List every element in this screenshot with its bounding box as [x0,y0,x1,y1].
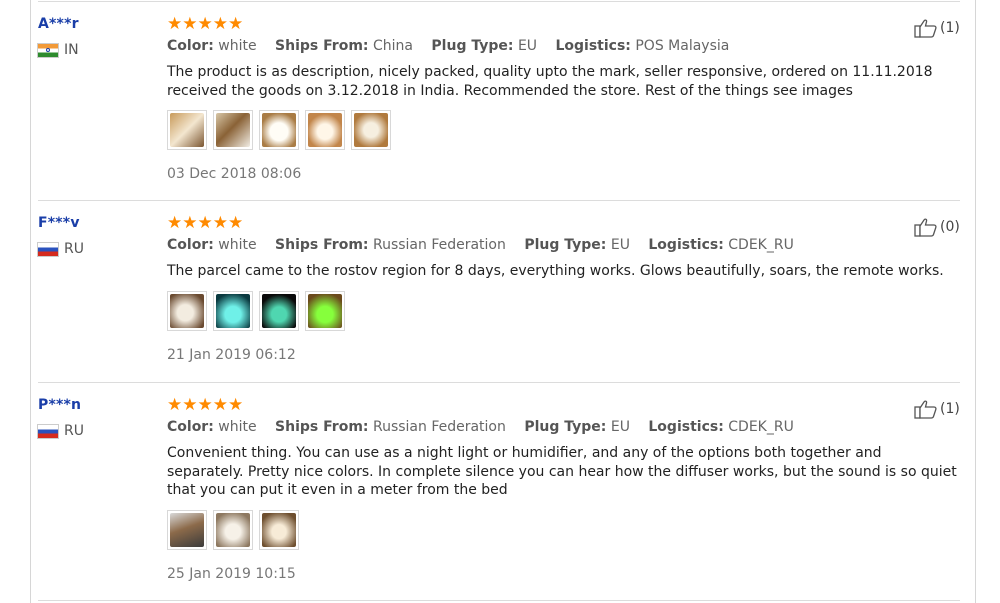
reviewer-country: RU [38,423,84,439]
color-value: white [218,237,257,253]
logistics-label: Logistics: [648,237,724,253]
color-value: white [218,38,257,54]
reviewer-name[interactable]: P***n [38,397,81,413]
thumbs-up-icon [914,19,937,38]
divider [38,600,960,601]
star-icon: ★ [197,14,213,34]
star-icon: ★ [212,213,228,233]
review-date: 21 Jan 2019 06:12 [167,347,296,363]
ships-from-label: Ships From: [275,38,369,54]
logistics-value: POS Malaysia [635,38,730,54]
review-text: The product is as description, nicely pa… [167,64,933,99]
country-code: IN [64,42,79,58]
plug-type-value: EU [517,38,538,54]
helpful-count: (1) [940,20,960,36]
review-photos [167,291,345,331]
review-photo[interactable] [167,291,207,331]
star-icon: ★ [167,395,183,415]
color-label: Color: [167,38,214,54]
color-value: white [218,419,257,435]
reviewer-country: IN [38,42,79,58]
review-photo[interactable] [305,110,345,150]
reviewer-name[interactable]: F***v [38,215,80,231]
review-photo[interactable] [305,291,345,331]
star-icon: ★ [228,213,244,233]
ships-from-value: China [372,38,413,54]
plug-type-label: Plug Type: [524,237,607,253]
order-attributes: Color: white Ships From: Russian Federat… [167,237,808,253]
color-label: Color: [167,237,214,253]
review-photo[interactable] [213,110,253,150]
ships-from-value: Russian Federation [372,237,506,253]
review-photos [167,110,391,150]
star-icon: ★ [197,395,213,415]
thumbs-up-icon [914,218,937,237]
reviewer-country: RU [38,241,84,257]
ships-from-label: Ships From: [275,419,369,435]
logistics-label: Logistics: [648,419,724,435]
review-photo[interactable] [259,510,299,550]
russia-flag-icon [38,242,58,256]
star-icon: ★ [212,14,228,34]
review-date: 03 Dec 2018 08:06 [167,166,302,182]
review-photo[interactable] [167,110,207,150]
plug-type-label: Plug Type: [431,38,514,54]
plug-type-value: EU [610,237,630,253]
helpful-button[interactable]: (1) [914,18,960,38]
review-photo[interactable] [351,110,391,150]
ships-from-value: Russian Federation [372,419,506,435]
star-icon: ★ [182,14,198,34]
helpful-count: (0) [940,219,960,235]
logistics-label: Logistics: [555,38,631,54]
star-icon: ★ [228,395,244,415]
review-date: 25 Jan 2019 10:15 [167,566,296,582]
review-photo[interactable] [259,291,299,331]
review-photo[interactable] [167,510,207,550]
helpful-button[interactable]: (0) [914,217,960,237]
star-icon: ★ [212,395,228,415]
review-photo[interactable] [213,510,253,550]
star-icon: ★ [182,213,198,233]
helpful-button[interactable]: (1) [914,399,960,419]
star-rating: ★ ★ ★ ★ ★ [167,396,243,414]
plug-type-label: Plug Type: [524,419,607,435]
thumbs-up-icon [914,400,937,419]
star-rating: ★ ★ ★ ★ ★ [167,15,243,33]
helpful-count: (1) [940,401,960,417]
country-code: RU [64,241,84,257]
ships-from-label: Ships From: [275,237,369,253]
review-item: A***r IN ★ ★ ★ ★ ★ Color: white Ships From: … [0,2,1000,200]
star-icon: ★ [228,14,244,34]
star-icon: ★ [167,14,183,34]
review-item: P***n RU ★ ★ ★ ★ ★ Color: white Ships From: … [0,383,1000,600]
star-icon: ★ [167,213,183,233]
order-attributes: Color: white Ships From: Russian Federat… [167,419,808,435]
review-text: Convenient thing. You can use as a night… [167,445,957,498]
india-flag-icon [38,43,58,57]
order-attributes: Color: white Ships From: China Plug Type… [167,38,743,54]
plug-type-value: EU [610,419,630,435]
review-photo[interactable] [259,110,299,150]
review-text: The parcel came to the rostov region for… [167,263,944,279]
review-item: F***v RU ★ ★ ★ ★ ★ Color: white Ships From: … [0,201,1000,382]
star-rating: ★ ★ ★ ★ ★ [167,214,243,232]
review-photo[interactable] [213,291,253,331]
star-icon: ★ [197,213,213,233]
review-photos [167,510,299,550]
star-icon: ★ [182,395,198,415]
reviewer-name[interactable]: A***r [38,16,79,32]
logistics-value: CDEK_RU [728,237,794,253]
color-label: Color: [167,419,214,435]
logistics-value: CDEK_RU [728,419,794,435]
country-code: RU [64,423,84,439]
russia-flag-icon [38,424,58,438]
